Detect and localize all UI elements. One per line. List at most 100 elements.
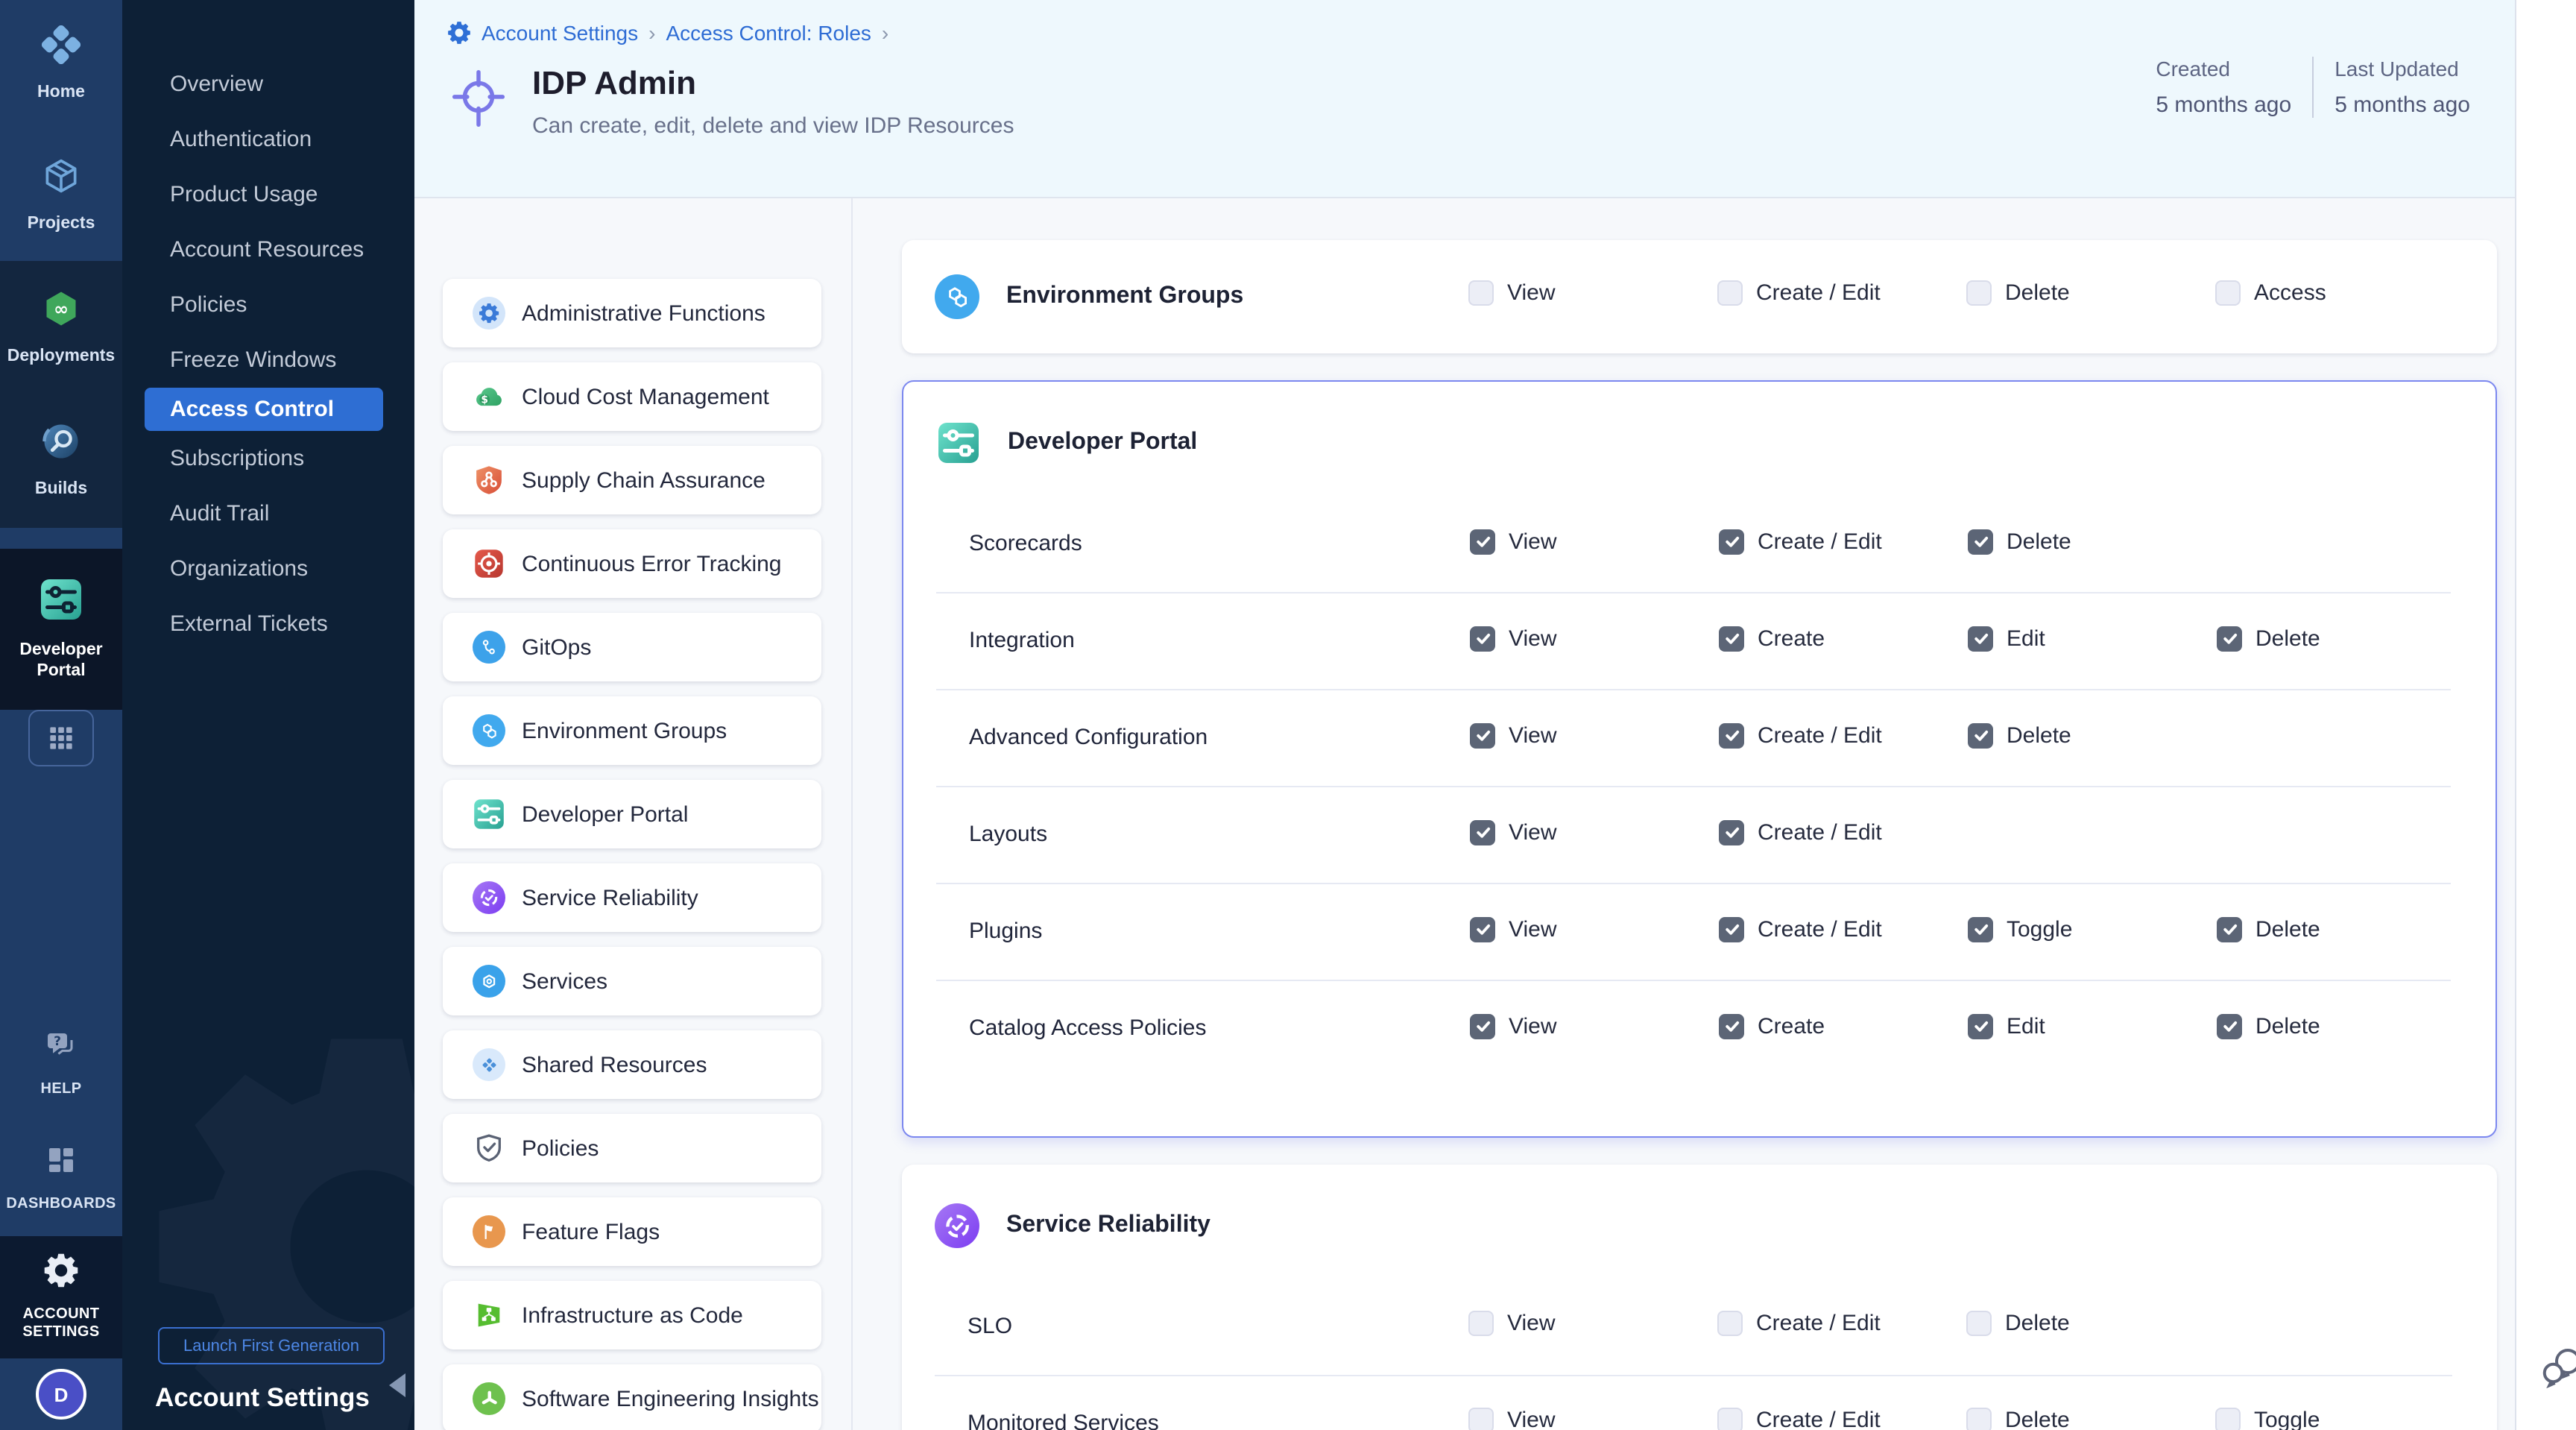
permission-checkbox-scorecards-delete[interactable]: Delete: [1968, 529, 2071, 555]
rail-item-home[interactable]: Home: [0, 0, 122, 130]
checkbox-unchecked[interactable]: [1468, 1310, 1494, 1335]
permission-checkbox-advanced-configuration-view[interactable]: View: [1470, 723, 1557, 749]
checkbox-checked[interactable]: [1470, 626, 1495, 652]
sidenav-item-account-resources[interactable]: Account Resources: [122, 222, 414, 277]
permission-checkbox-environment-groups-delete[interactable]: Delete: [1966, 280, 2070, 306]
sidenav-item-product-usage[interactable]: Product Usage: [122, 167, 414, 222]
sidenav-item-subscriptions[interactable]: Subscriptions: [122, 431, 414, 486]
permission-checkbox-plugins-toggle[interactable]: Toggle: [1968, 917, 2072, 942]
module-card-developer-portal[interactable]: Developer Portal: [443, 780, 821, 848]
permission-checkbox-advanced-configuration-delete[interactable]: Delete: [1968, 723, 2071, 749]
rail-item-projects[interactable]: Projects: [0, 130, 122, 261]
checkbox-unchecked[interactable]: [1966, 1407, 1992, 1430]
checkbox-checked[interactable]: [1719, 917, 1744, 942]
module-card-feature-flags[interactable]: Feature Flags: [443, 1197, 821, 1266]
collapse-nav-icon[interactable]: [389, 1373, 405, 1397]
checkbox-checked[interactable]: [1719, 820, 1744, 845]
permission-checkbox-environment-groups-access[interactable]: Access: [2215, 280, 2326, 306]
module-card-continuous-error-tracking[interactable]: Continuous Error Tracking: [443, 529, 821, 598]
checkbox-unchecked[interactable]: [1468, 1407, 1494, 1430]
breadcrumb-link-account-settings[interactable]: Account Settings: [482, 21, 638, 45]
checkbox-unchecked[interactable]: [1717, 1407, 1743, 1430]
checkbox-checked[interactable]: [1968, 529, 1993, 555]
permission-checkbox-integration-view[interactable]: View: [1470, 626, 1557, 652]
checkbox-checked[interactable]: [1719, 723, 1744, 749]
module-card-administrative-functions[interactable]: Administrative Functions: [443, 279, 821, 347]
checkbox-checked[interactable]: [2217, 626, 2242, 652]
permission-checkbox-monitored-services-view[interactable]: View: [1468, 1407, 1556, 1430]
checkbox-checked[interactable]: [2217, 1014, 2242, 1039]
rail-item-deployments[interactable]: ∞Deployments: [0, 261, 122, 395]
support-chat-icon[interactable]: [2540, 1344, 2576, 1388]
sidenav-item-policies[interactable]: Policies: [122, 277, 414, 333]
permission-checkbox-scorecards-create-edit[interactable]: Create / Edit: [1719, 529, 1882, 555]
permission-checkbox-plugins-delete[interactable]: Delete: [2217, 917, 2320, 942]
permission-checkbox-advanced-configuration-create-edit[interactable]: Create / Edit: [1719, 723, 1882, 749]
module-card-shared-resources[interactable]: Shared Resources: [443, 1030, 821, 1099]
checkbox-unchecked[interactable]: [2215, 1407, 2241, 1430]
checkbox-checked[interactable]: [1719, 626, 1744, 652]
checkbox-unchecked[interactable]: [1717, 280, 1743, 306]
checkbox-unchecked[interactable]: [1966, 1310, 1992, 1335]
checkbox-checked[interactable]: [2217, 917, 2242, 942]
module-card-cloud-cost-management[interactable]: $Cloud Cost Management: [443, 362, 821, 431]
permission-checkbox-layouts-create-edit[interactable]: Create / Edit: [1719, 820, 1882, 845]
checkbox-checked[interactable]: [1968, 723, 1993, 749]
permission-checkbox-layouts-view[interactable]: View: [1470, 820, 1557, 845]
checkbox-checked[interactable]: [1968, 917, 1993, 942]
permission-checkbox-catalog-access-policies-view[interactable]: View: [1470, 1014, 1557, 1039]
permission-checkbox-integration-delete[interactable]: Delete: [2217, 626, 2320, 652]
permission-checkbox-integration-edit[interactable]: Edit: [1968, 626, 2045, 652]
module-card-software-engineering-insights[interactable]: Software Engineering Insights: [443, 1364, 821, 1430]
permission-checkbox-slo-view[interactable]: View: [1468, 1310, 1556, 1335]
module-card-policies[interactable]: Policies: [443, 1114, 821, 1182]
module-card-services[interactable]: Services: [443, 947, 821, 1015]
permission-checkbox-catalog-access-policies-create[interactable]: Create: [1719, 1014, 1825, 1039]
checkbox-unchecked[interactable]: [1717, 1310, 1743, 1335]
checkbox-checked[interactable]: [1470, 917, 1495, 942]
module-card-infrastructure-as-code[interactable]: Infrastructure as Code: [443, 1281, 821, 1349]
module-card-environment-groups[interactable]: Environment Groups: [443, 696, 821, 765]
module-picker-button[interactable]: [28, 710, 94, 766]
permission-checkbox-catalog-access-policies-delete[interactable]: Delete: [2217, 1014, 2320, 1039]
permission-checkbox-monitored-services-create-edit[interactable]: Create / Edit: [1717, 1407, 1881, 1430]
permission-checkbox-plugins-view[interactable]: View: [1470, 917, 1557, 942]
checkbox-checked[interactable]: [1470, 1014, 1495, 1039]
permission-checkbox-plugins-create-edit[interactable]: Create / Edit: [1719, 917, 1882, 942]
checkbox-checked[interactable]: [1719, 529, 1744, 555]
sidenav-item-external-tickets[interactable]: External Tickets: [122, 596, 414, 652]
checkbox-unchecked[interactable]: [1468, 280, 1494, 306]
rail-item-account-settings[interactable]: ACCOUNT SETTINGS: [0, 1236, 122, 1358]
checkbox-checked[interactable]: [1719, 1014, 1744, 1039]
rail-item-dashboards[interactable]: DASHBOARDS: [0, 1120, 122, 1236]
checkbox-checked[interactable]: [1968, 1014, 1993, 1039]
module-card-supply-chain-assurance[interactable]: Supply Chain Assurance: [443, 446, 821, 514]
sidenav-item-organizations[interactable]: Organizations: [122, 541, 414, 596]
sidenav-item-overview[interactable]: Overview: [122, 57, 414, 112]
sidenav-item-authentication[interactable]: Authentication: [122, 112, 414, 167]
sidenav-item-freeze-windows[interactable]: Freeze Windows: [122, 333, 414, 388]
checkbox-unchecked[interactable]: [1966, 280, 1992, 306]
breadcrumb-link-access-control-roles[interactable]: Access Control: Roles: [666, 21, 871, 45]
checkbox-checked[interactable]: [1470, 529, 1495, 555]
permission-checkbox-scorecards-view[interactable]: View: [1470, 529, 1557, 555]
sidenav-item-audit-trail[interactable]: Audit Trail: [122, 486, 414, 541]
permission-checkbox-slo-create-edit[interactable]: Create / Edit: [1717, 1310, 1881, 1335]
checkbox-checked[interactable]: [1470, 723, 1495, 749]
permission-checkbox-slo-delete[interactable]: Delete: [1966, 1310, 2070, 1335]
permission-checkbox-catalog-access-policies-edit[interactable]: Edit: [1968, 1014, 2045, 1039]
permission-checkbox-environment-groups-create-edit[interactable]: Create / Edit: [1717, 280, 1881, 306]
user-avatar[interactable]: D: [36, 1369, 86, 1420]
launch-first-generation-button[interactable]: Launch First Generation: [158, 1327, 385, 1364]
permission-checkbox-integration-create[interactable]: Create: [1719, 626, 1825, 652]
permission-checkbox-environment-groups-view[interactable]: View: [1468, 280, 1556, 306]
checkbox-checked[interactable]: [1968, 626, 1993, 652]
module-card-gitops[interactable]: GitOps: [443, 613, 821, 681]
permission-checkbox-monitored-services-delete[interactable]: Delete: [1966, 1407, 2070, 1430]
checkbox-unchecked[interactable]: [2215, 280, 2241, 306]
permission-checkbox-monitored-services-toggle[interactable]: Toggle: [2215, 1407, 2320, 1430]
sidenav-item-access-control[interactable]: Access Control: [145, 388, 383, 431]
rail-item-builds[interactable]: Builds: [0, 395, 122, 528]
checkbox-checked[interactable]: [1470, 820, 1495, 845]
module-card-service-reliability[interactable]: Service Reliability: [443, 863, 821, 932]
